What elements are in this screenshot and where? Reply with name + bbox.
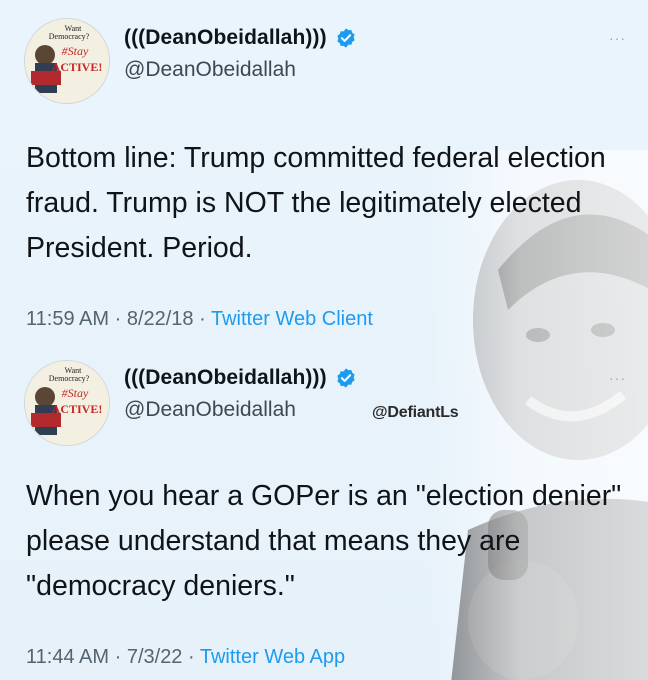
separator: ·: [199, 308, 206, 330]
tweet-client[interactable]: Twitter Web App: [200, 646, 345, 668]
display-name[interactable]: (((DeanObeidallah))): [124, 366, 327, 390]
avatar-caption-democracy: Democracy?: [49, 32, 90, 41]
more-options-icon[interactable]: ···: [609, 30, 626, 46]
avatar-caption-stay: #Stay: [62, 44, 89, 58]
watermark: @DefiantLs: [372, 404, 459, 421]
avatar-caption-active: ACTIVE!: [52, 60, 103, 74]
separator: ·: [114, 308, 122, 330]
tweet-client[interactable]: Twitter Web Client: [211, 308, 373, 330]
avatar-caption-active: ACTIVE!: [52, 402, 103, 416]
display-name[interactable]: (((DeanObeidallah))): [124, 26, 327, 50]
more-options-icon[interactable]: ···: [609, 370, 626, 386]
tweet-meta: 11:59 AM · 8/22/18 · Twitter Web Client: [26, 308, 373, 331]
tweet-card[interactable]: Want Democracy? #Stay ACTIVE! (((DeanObe…: [0, 340, 648, 680]
tweet-date[interactable]: 7/3/22: [127, 646, 183, 668]
tweet-time[interactable]: 11:59 AM: [26, 308, 109, 330]
tweet-date[interactable]: 8/22/18: [127, 308, 194, 330]
tweet-card[interactable]: Want Democracy? #Stay ACTIVE! (((DeanObe…: [0, 0, 648, 340]
handle[interactable]: @DeanObeidallah: [124, 58, 296, 82]
verified-badge-icon: [337, 368, 355, 388]
avatar[interactable]: Want Democracy? #Stay ACTIVE!: [24, 360, 110, 446]
handle[interactable]: @DeanObeidallah: [124, 398, 296, 422]
tweet-text: Bottom line: Trump committed federal ele…: [26, 142, 606, 264]
author-row: (((DeanObeidallah))): [124, 366, 357, 390]
author-row: (((DeanObeidallah))): [124, 26, 357, 50]
tweet-meta: 11:44 AM · 7/3/22 · Twitter Web App: [26, 646, 345, 669]
avatar[interactable]: Want Democracy? #Stay ACTIVE!: [24, 18, 110, 104]
tweet-time[interactable]: 11:44 AM: [26, 646, 109, 668]
screenshot-page: Want Democracy? #Stay ACTIVE! (((DeanObe…: [0, 0, 648, 680]
verified-badge-icon: [337, 28, 355, 48]
separator: ·: [114, 646, 122, 668]
avatar-caption-stay: #Stay: [62, 386, 89, 400]
avatar-caption-democracy: Democracy?: [49, 374, 90, 383]
tweet-text: When you hear a GOPer is an "election de…: [26, 480, 622, 602]
separator: ·: [188, 646, 195, 668]
